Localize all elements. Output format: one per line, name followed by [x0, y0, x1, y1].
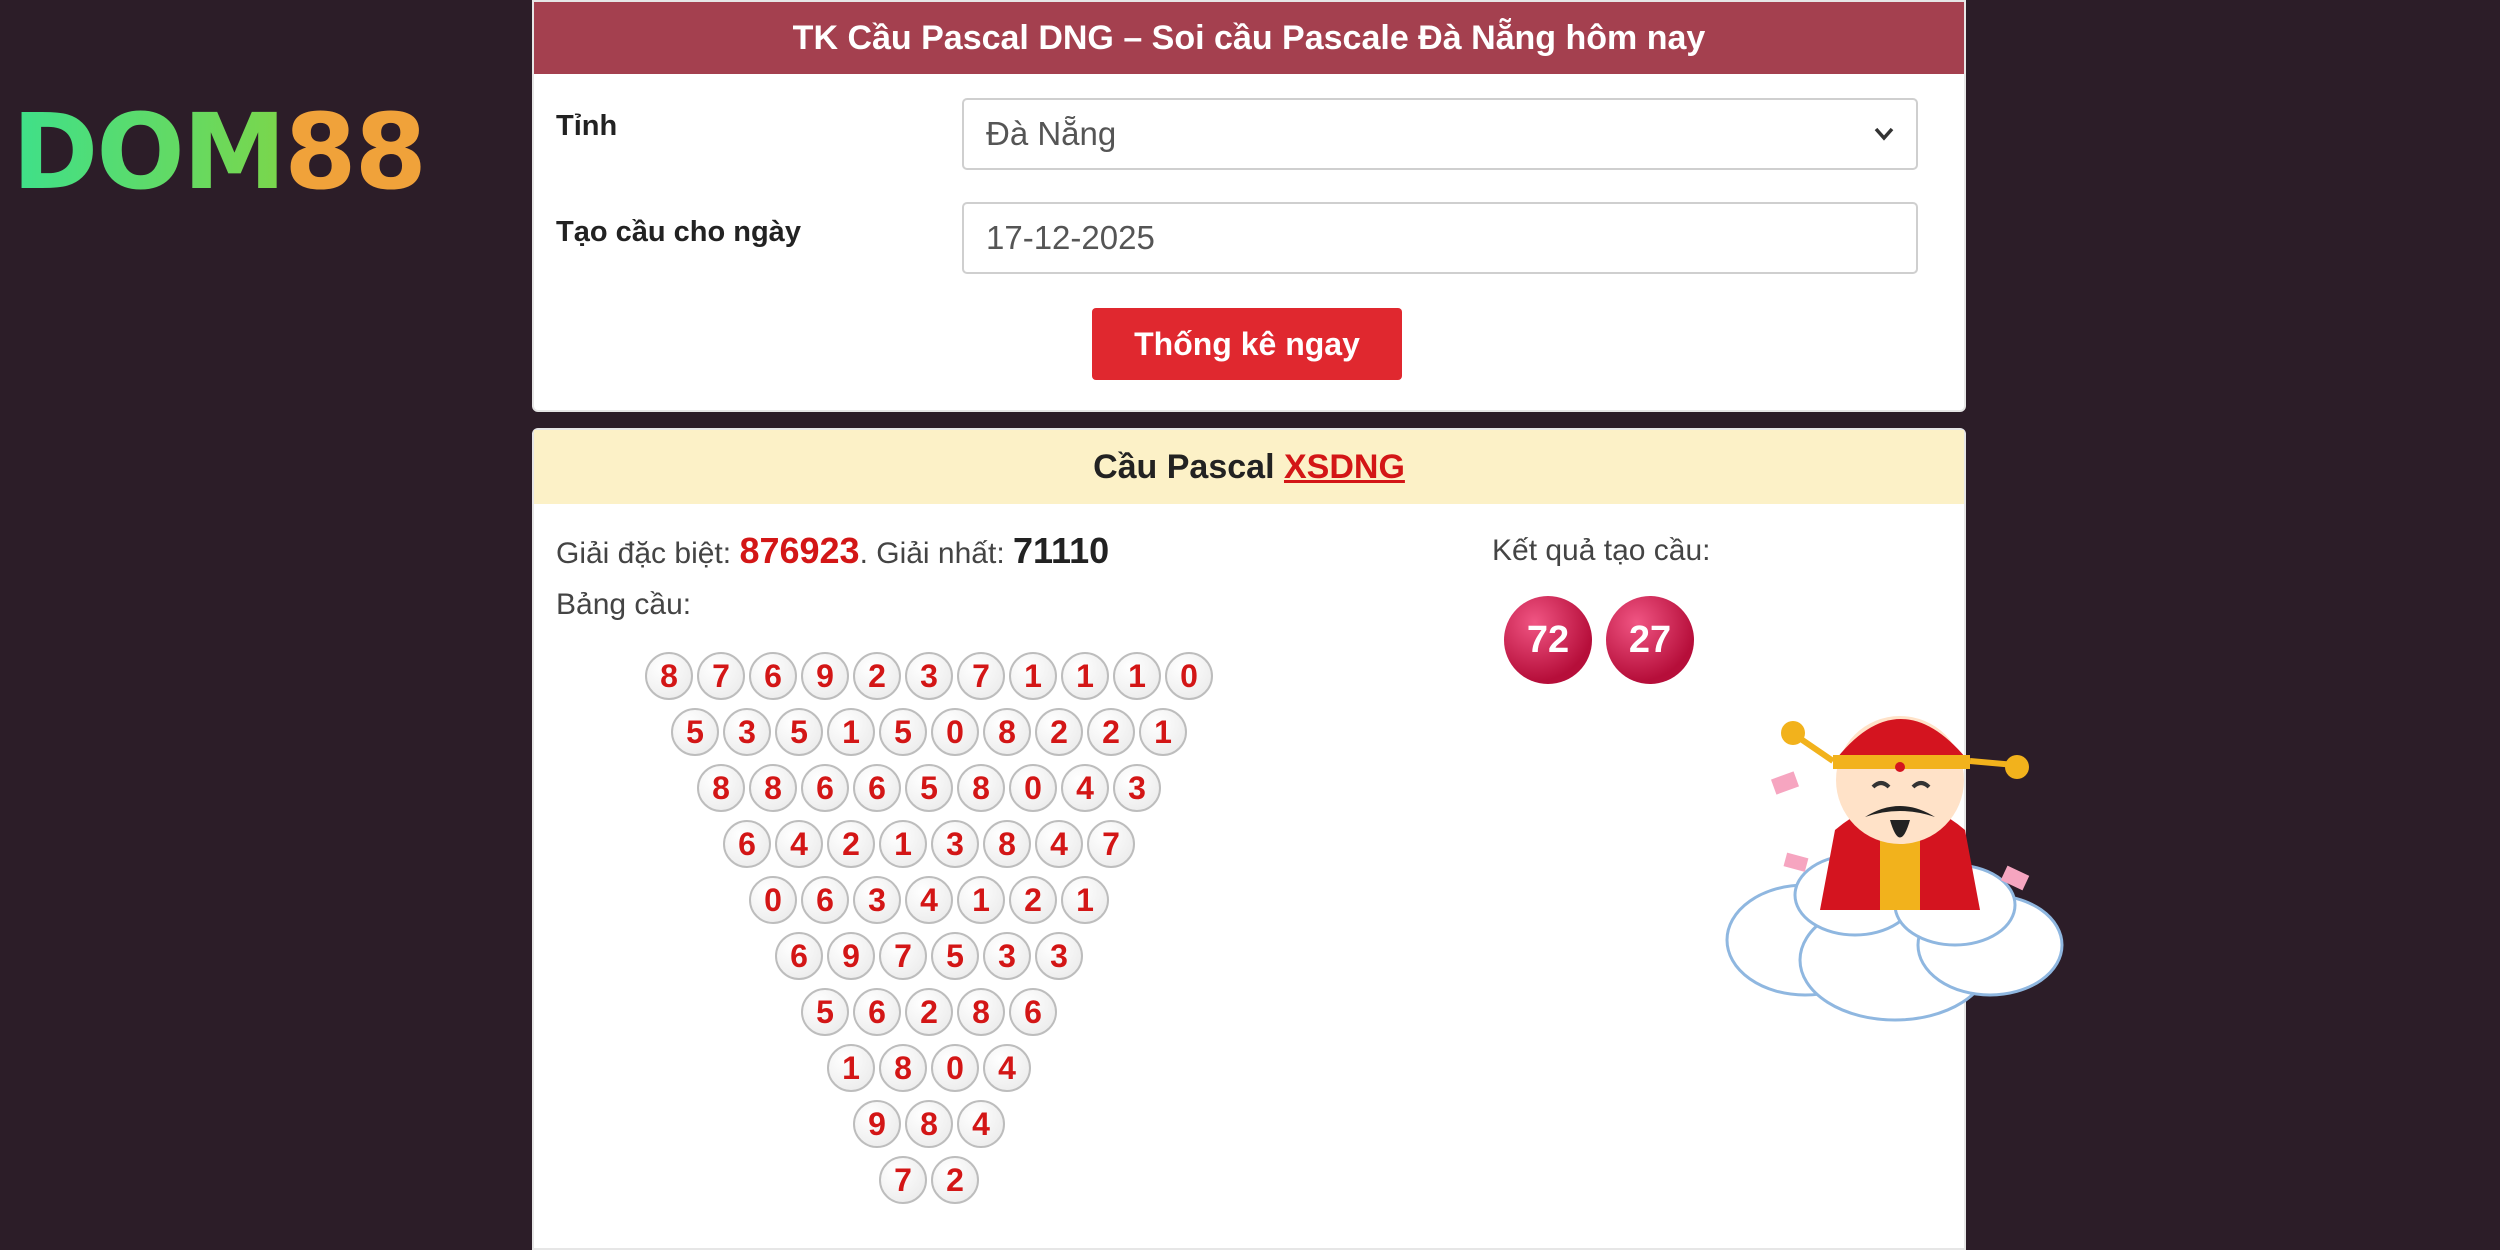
first-prize-value: 71110 [1013, 530, 1110, 571]
submit-button[interactable]: Thống kê ngay [1092, 308, 1402, 380]
pascal-row: 87692371110 [604, 652, 1254, 700]
pascal-row: 56286 [604, 988, 1254, 1036]
pascal-digit: 5 [905, 764, 953, 812]
pascal-digit: 6 [1009, 988, 1057, 1036]
pascal-digit: 2 [905, 988, 953, 1036]
pascal-digit: 5 [879, 708, 927, 756]
outcome-number-ball: 27 [1606, 596, 1694, 684]
pascal-digit: 0 [1009, 764, 1057, 812]
pascal-digit: 1 [1009, 652, 1057, 700]
pascal-digit: 1 [1113, 652, 1161, 700]
pascal-digit: 8 [879, 1044, 927, 1092]
pascal-digit: 2 [931, 1156, 979, 1204]
pascal-digit: 4 [957, 1100, 1005, 1148]
pascal-digit: 6 [801, 876, 849, 924]
pascal-row: 1804 [604, 1044, 1254, 1092]
prize-info: Giải đặc biệt: 876923. Giải nhất: 71110 [556, 530, 1110, 571]
pascal-digit: 2 [1009, 876, 1057, 924]
god-of-wealth-mascot [1725, 716, 2064, 1022]
pascal-digit: 3 [1113, 764, 1161, 812]
pascal-digit: 1 [1061, 876, 1109, 924]
pascal-digit: 8 [697, 764, 745, 812]
table-label: Bảng cầu: [556, 588, 692, 621]
pascal-digit: 9 [801, 652, 849, 700]
form-title: TK Cầu Pascal DNG – Soi cầu Pascale Đà N… [534, 2, 1964, 74]
province-selected-value: Đà Nẵng [986, 115, 1117, 152]
special-prize-value: 876923 [739, 530, 860, 571]
pascal-row: 72 [604, 1156, 1254, 1204]
chevron-down-icon [1870, 100, 1898, 193]
pascal-digit: 8 [645, 652, 693, 700]
pascal-digit: 4 [905, 876, 953, 924]
province-label: Tỉnh [556, 110, 618, 142]
pascal-triangle: 8769237111053515082218866580436421384706… [604, 652, 1254, 1212]
pascal-digit: 3 [931, 820, 979, 868]
pascal-digit: 6 [775, 932, 823, 980]
date-input[interactable]: 17-12-2025 [962, 202, 1918, 274]
pascal-digit: 5 [671, 708, 719, 756]
pascal-digit: 8 [983, 820, 1031, 868]
pascal-digit: 4 [983, 1044, 1031, 1092]
pascal-digit: 1 [1139, 708, 1187, 756]
outcome-number-ball: 72 [1504, 596, 1592, 684]
pascal-digit: 7 [957, 652, 1005, 700]
pascal-digit: 9 [827, 932, 875, 980]
pascal-digit: 8 [749, 764, 797, 812]
pascal-digit: 3 [853, 876, 901, 924]
outcome-numbers: 72 27 [1504, 596, 1694, 684]
pascal-row: 0634121 [604, 876, 1254, 924]
pascal-row: 886658043 [604, 764, 1254, 812]
pascal-digit: 0 [931, 1044, 979, 1092]
pascal-row: 64213847 [604, 820, 1254, 868]
pascal-digit: 8 [957, 764, 1005, 812]
pascal-row: 697533 [604, 932, 1254, 980]
pascal-digit: 3 [723, 708, 771, 756]
pascal-digit: 6 [801, 764, 849, 812]
pascal-digit: 1 [1061, 652, 1109, 700]
pascal-digit: 2 [1035, 708, 1083, 756]
pascal-digit: 0 [1165, 652, 1213, 700]
outcome-label: Kết quả tạo cầu: [1492, 534, 1711, 567]
pascal-digit: 9 [853, 1100, 901, 1148]
pascal-digit: 2 [853, 652, 901, 700]
pascal-digit: 4 [1035, 820, 1083, 868]
pascal-row: 5351508221 [604, 708, 1254, 756]
pascal-digit: 2 [827, 820, 875, 868]
pascal-digit: 1 [827, 1044, 875, 1092]
pascal-digit: 1 [879, 820, 927, 868]
pascal-digit: 5 [801, 988, 849, 1036]
pascal-form-panel: TK Cầu Pascal DNG – Soi cầu Pascale Đà N… [532, 0, 1966, 412]
pascal-digit: 6 [853, 764, 901, 812]
result-title: Cầu Pascal XSDNG [534, 430, 1964, 504]
pascal-digit: 1 [827, 708, 875, 756]
pascal-digit: 8 [905, 1100, 953, 1148]
pascal-digit: 7 [1087, 820, 1135, 868]
pascal-digit: 2 [1087, 708, 1135, 756]
pascal-digit: 0 [931, 708, 979, 756]
xsdng-link[interactable]: XSDNG [1284, 448, 1405, 486]
pascal-digit: 7 [879, 1156, 927, 1204]
pascal-digit: 3 [905, 652, 953, 700]
date-label: Tạo cầu cho ngày [556, 216, 801, 248]
pascal-digit: 5 [775, 708, 823, 756]
pascal-digit: 3 [1035, 932, 1083, 980]
pascal-digit: 7 [879, 932, 927, 980]
pascal-row: 984 [604, 1100, 1254, 1148]
province-select[interactable]: Đà Nẵng [962, 98, 1918, 170]
pascal-digit: 7 [697, 652, 745, 700]
dom88-logo: DOM88 [12, 91, 427, 213]
pascal-digit: 0 [749, 876, 797, 924]
pascal-digit: 6 [723, 820, 771, 868]
pascal-digit: 3 [983, 932, 1031, 980]
pascal-digit: 4 [775, 820, 823, 868]
pascal-digit: 8 [957, 988, 1005, 1036]
pascal-digit: 8 [983, 708, 1031, 756]
pascal-digit: 6 [853, 988, 901, 1036]
pascal-digit: 4 [1061, 764, 1109, 812]
pascal-digit: 5 [931, 932, 979, 980]
pascal-digit: 1 [957, 876, 1005, 924]
pascal-digit: 6 [749, 652, 797, 700]
